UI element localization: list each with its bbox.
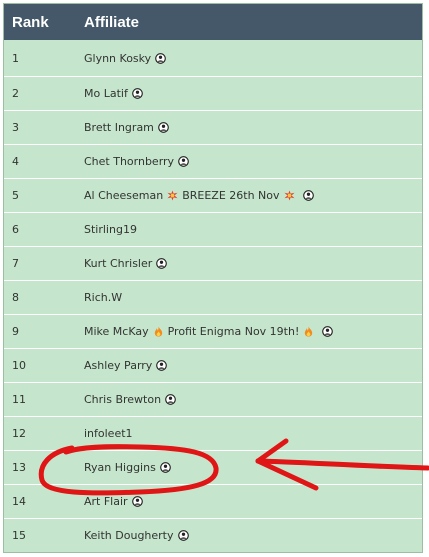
table-body: 1 Glynn Kosky 2 Mo Latif 3 Brett Ingram 4 Chet … — [4, 40, 422, 552]
rank-cell: 12 — [12, 427, 26, 440]
affiliate-table: Rank Affiliate 1 Glynn Kosky 2 Mo Latif 3 Bre… — [3, 3, 423, 553]
user-profile-icon[interactable] — [165, 394, 176, 405]
table-header: Rank Affiliate — [4, 4, 422, 40]
affiliate-cell: Art Flair — [84, 495, 143, 508]
affiliate-name: Mo Latif — [84, 87, 128, 100]
rank-cell: 4 — [12, 155, 19, 168]
affiliate-cell: Keith Dougherty — [84, 529, 189, 542]
user-profile-icon[interactable] — [302, 190, 314, 201]
affiliate-cell: Chris Brewton — [84, 393, 176, 406]
affiliate-name: Stirling19 — [84, 223, 137, 236]
rank-cell: 6 — [12, 223, 19, 236]
affiliate-name: Al Cheeseman — [84, 189, 164, 202]
table-row: 12 infoleet1 — [4, 416, 422, 450]
affiliate-name: Kurt Chrisler — [84, 257, 153, 270]
affiliate-cell: Brett Ingram — [84, 121, 169, 134]
affiliate-cell: Stirling19 — [84, 223, 137, 236]
table-row: 11 Chris Brewton — [4, 382, 422, 416]
affiliate-cell: Ashley Parry — [84, 359, 168, 372]
rank-cell: 5 — [12, 189, 19, 202]
affiliate-name: Rich.W — [84, 291, 123, 304]
rank-cell: 14 — [12, 495, 26, 508]
affiliate-cell: Glynn Kosky — [84, 52, 166, 65]
fire-icon — [303, 326, 314, 337]
promo-text: BREEZE 26th Nov — [182, 189, 280, 202]
rank-cell: 13 — [12, 461, 26, 474]
affiliate-name: infoleet1 — [84, 427, 133, 440]
affiliate-name: Keith Dougherty — [84, 529, 174, 542]
user-profile-icon[interactable] — [131, 496, 143, 507]
table-row: 2 Mo Latif — [4, 76, 422, 110]
rank-cell: 2 — [12, 87, 19, 100]
affiliate-cell: Mo Latif — [84, 87, 143, 100]
affiliate-cell: Rich.W — [84, 291, 122, 304]
table-row: 6 Stirling19 — [4, 212, 422, 246]
table-row: 5 Al Cheeseman BREEZE 26th Nov — [4, 178, 422, 212]
affiliate-name: Glynn Kosky — [84, 51, 152, 65]
affiliate-name: Art Flair — [84, 495, 128, 508]
affiliate-cell: infoleet1 — [84, 427, 133, 440]
affiliate-name: Ryan Higgins — [84, 461, 156, 474]
affiliate-name: Brett Ingram — [84, 121, 154, 134]
table-row: 1 Glynn Kosky — [4, 40, 422, 76]
user-profile-icon[interactable] — [132, 88, 143, 99]
rank-cell: 1 — [12, 51, 19, 65]
user-profile-icon[interactable] — [177, 530, 189, 541]
table-row: 13 Ryan Higgins — [4, 450, 422, 484]
user-profile-icon[interactable] — [159, 462, 171, 473]
affiliate-cell: Kurt Chrisler — [84, 257, 168, 270]
table-row: 15 Keith Dougherty — [4, 518, 422, 552]
fire-icon — [153, 326, 164, 337]
table-row: 4 Chet Thornberry — [4, 144, 422, 178]
user-profile-icon[interactable] — [322, 326, 334, 337]
table-row: 7 Kurt Chrisler — [4, 246, 422, 280]
table-row: 8 Rich.W — [4, 280, 422, 314]
rank-cell: 15 — [12, 529, 26, 542]
affiliate-cell: Mike McKay Profit Enigma Nov 19th! — [84, 325, 334, 338]
table-row: 10 Ashley Parry — [4, 348, 422, 382]
table-row: 3 Brett Ingram — [4, 110, 422, 144]
user-profile-icon[interactable] — [156, 360, 168, 371]
table-row: 9 Mike McKay Profit Enigma Nov 19th! — [4, 314, 422, 348]
rank-column-header: Rank — [12, 13, 49, 31]
affiliate-cell: Al Cheeseman BREEZE 26th Nov — [84, 189, 314, 202]
affiliate-column-header: Affiliate — [84, 13, 140, 31]
affiliate-name: Chet Thornberry — [84, 155, 175, 168]
affiliate-cell: Chet Thornberry — [84, 155, 189, 168]
affiliate-cell: Ryan Higgins — [84, 461, 171, 474]
rank-cell: 3 — [12, 121, 19, 134]
user-profile-icon[interactable] — [155, 52, 166, 64]
rank-cell: 11 — [12, 393, 26, 406]
rank-cell: 10 — [12, 359, 26, 372]
user-profile-icon[interactable] — [158, 122, 169, 133]
table-row: 14 Art Flair — [4, 484, 422, 518]
affiliate-name: Ashley Parry — [84, 359, 153, 372]
rank-cell: 8 — [12, 291, 19, 304]
rank-cell: 9 — [12, 325, 19, 338]
affiliate-name: Chris Brewton — [84, 393, 162, 406]
rank-cell: 7 — [12, 257, 19, 270]
promo-text: Profit Enigma Nov 19th! — [167, 325, 300, 338]
affiliate-name: Mike McKay — [84, 325, 149, 338]
user-profile-icon[interactable] — [156, 258, 168, 269]
user-profile-icon[interactable] — [178, 156, 189, 167]
collision-icon — [167, 190, 178, 201]
collision-icon — [283, 190, 295, 201]
